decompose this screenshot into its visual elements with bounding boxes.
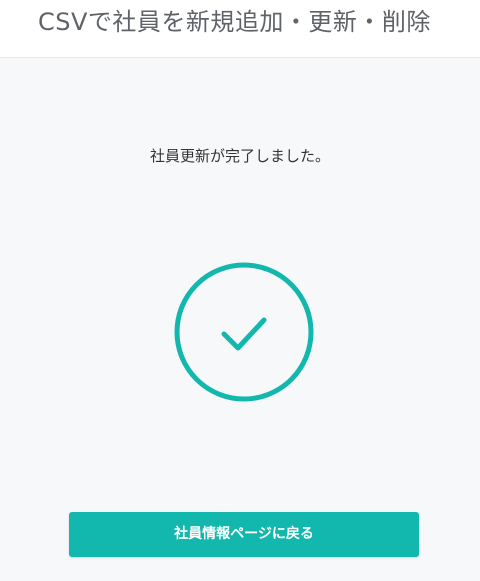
header: CSVで社員を新規追加・更新・削除 — [0, 0, 480, 58]
check-circle-ring — [174, 262, 314, 402]
check-circle-icon — [174, 262, 314, 402]
checkmark — [221, 317, 267, 351]
page-title: CSVで社員を新規追加・更新・削除 — [38, 8, 431, 36]
completion-message: 社員更新が完了しました。 — [149, 147, 330, 165]
back-to-employee-info-button[interactable]: 社員情報ページに戻る — [69, 512, 419, 557]
page: CSVで社員を新規追加・更新・削除 社員更新が完了しました。 社員情報ページに戻… — [0, 0, 480, 581]
